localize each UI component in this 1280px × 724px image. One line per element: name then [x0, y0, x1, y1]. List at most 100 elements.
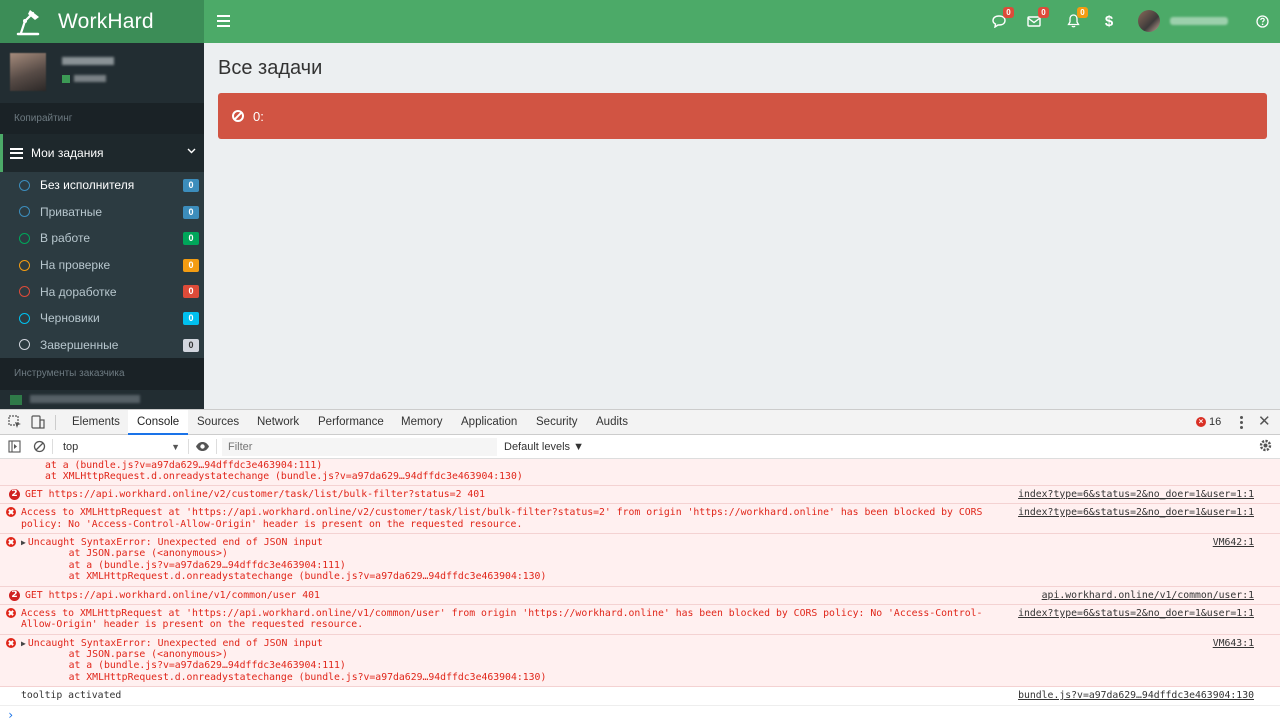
sidebar-item-rework[interactable]: На доработке 0: [0, 278, 204, 305]
close-icon[interactable]: ✕: [1258, 414, 1271, 430]
expand-triangle-icon[interactable]: ▶: [21, 537, 26, 548]
context-select[interactable]: top ▼: [57, 438, 184, 456]
alert-text: 0:: [253, 108, 264, 124]
source-link[interactable]: api.workhard.online/v1/common/user:1: [1042, 590, 1254, 601]
tab-console[interactable]: Console: [128, 410, 189, 435]
sidebar-item-review[interactable]: На проверке 0: [0, 252, 204, 279]
dropdown-arrow-icon: ▼: [171, 442, 180, 452]
sidebar-item-drafts[interactable]: Черновики 0: [0, 305, 204, 332]
sidebar: Копирайтинг Мои задания Без исполнителя …: [0, 43, 204, 409]
circle-icon: [19, 312, 30, 324]
console-toolbar: top ▼ Default levels ▼: [0, 435, 1280, 459]
sidebar-item-count: 0: [183, 285, 199, 299]
sidebar-header-copywriting: Копирайтинг: [0, 103, 204, 134]
bell-icon[interactable]: 0: [1064, 7, 1088, 30]
question-circle-icon[interactable]: [1253, 12, 1271, 30]
sidebar-toggle-icon[interactable]: [8, 440, 21, 453]
sidebar-user-name-blurred: [62, 57, 114, 65]
sidebar-item-count: 0: [183, 205, 199, 219]
user-menu[interactable]: [1138, 10, 1228, 32]
source-link[interactable]: index?type=6&status=2&no_doer=1&user=1:1: [1018, 608, 1254, 619]
page-title: Все задачи: [218, 57, 323, 79]
error-icon: [6, 637, 16, 648]
main-content: Все задачи 0:: [204, 43, 1280, 409]
tab-application[interactable]: Application: [452, 410, 526, 435]
lamp-logo-icon: [12, 6, 44, 38]
console-output: at a (bundle.js?v=a97da629…94dffdc3e4639…: [0, 459, 1280, 724]
sidebar-item-private[interactable]: Приватные 0: [0, 199, 204, 226]
chevron-down-icon: [187, 148, 196, 154]
user-name-blurred: [1170, 17, 1228, 25]
error-icon: ×: [1196, 417, 1206, 427]
sidebar-item-label: Без исполнителя: [40, 178, 135, 193]
menu-toggle-icon[interactable]: [217, 14, 230, 28]
log-levels-dropdown[interactable]: Default levels ▼: [504, 438, 584, 456]
sidebar-status-blurred: [74, 75, 106, 82]
sidebar-section-my-tasks[interactable]: Мои задания: [0, 134, 204, 172]
envelope-icon[interactable]: 0: [1025, 7, 1049, 30]
tool-icon: [10, 395, 22, 406]
error-icon: [6, 536, 16, 547]
avatar: [1138, 10, 1160, 32]
circle-icon: [19, 259, 30, 271]
online-status-icon: [62, 75, 70, 83]
console-filter-input[interactable]: [222, 438, 497, 456]
tab-performance[interactable]: Performance: [309, 410, 393, 435]
tab-elements[interactable]: Elements: [63, 410, 129, 435]
sidebar-item-label: Приватные: [40, 204, 103, 219]
sidebar-item-count: 0: [183, 338, 199, 352]
tab-audits[interactable]: Audits: [587, 410, 637, 435]
sidebar-item-label: На проверке: [40, 258, 111, 273]
expand-triangle-icon[interactable]: ▶: [21, 638, 26, 649]
source-link[interactable]: VM642:1: [1213, 537, 1254, 548]
app-window: WorkHard 0 0 0 $ Копирайтинг Мои задания…: [0, 0, 1280, 409]
tab-network[interactable]: Network: [248, 410, 308, 435]
error-icon: [6, 507, 16, 518]
top-navbar: 0 0 0 $: [204, 0, 1280, 43]
device-toolbar-icon[interactable]: [30, 414, 46, 430]
console-message[interactable]: ▶ Uncaught SyntaxError: Unexpected end of…: [0, 533, 1280, 587]
sidebar-item-unassigned[interactable]: Без исполнителя 0: [0, 172, 204, 199]
source-link[interactable]: index?type=6&status=2&no_doer=1&user=1:1: [1018, 489, 1254, 500]
sidebar-avatar: [10, 53, 46, 91]
sidebar-item-count: 0: [183, 179, 199, 192]
sidebar-header-customer-tools: Инструменты заказчика: [0, 358, 204, 391]
sidebar-item-label: В работе: [40, 231, 91, 246]
sidebar-item-count: 0: [183, 258, 199, 272]
sidebar-item-completed[interactable]: Завершенные 0: [0, 332, 204, 359]
chat-icon[interactable]: 0: [990, 7, 1014, 30]
error-alert: 0:: [218, 93, 1267, 139]
console-message[interactable]: ▶ Uncaught SyntaxError: Unexpected end of…: [0, 634, 1280, 688]
eye-icon[interactable]: [195, 441, 210, 452]
console-message: Access to XMLHttpRequest at 'https://api…: [0, 504, 1280, 534]
error-group-icon: 2: [9, 488, 20, 500]
console-message: 2 GET https://api.workhard.online/v2/cus…: [0, 485, 1280, 505]
more-options-icon[interactable]: [1239, 416, 1243, 429]
console-message: Access to XMLHttpRequest at 'https://api…: [0, 604, 1280, 635]
error-count: 16: [1209, 416, 1222, 428]
console-message: 2 GET https://api.workhard.online/v1/com…: [0, 586, 1280, 605]
tab-sources[interactable]: Sources: [188, 410, 248, 435]
sidebar-section-label: Мои задания: [31, 146, 104, 160]
dollar-icon[interactable]: $: [1100, 12, 1118, 30]
console-prompt[interactable]: ›: [0, 706, 1280, 724]
sidebar-item-in-progress[interactable]: В работе 0: [0, 225, 204, 252]
gear-icon[interactable]: [1258, 438, 1273, 453]
tab-memory[interactable]: Memory: [392, 410, 452, 435]
error-counter[interactable]: × 16: [1196, 416, 1221, 428]
source-link[interactable]: VM643:1: [1213, 638, 1254, 649]
chat-badge: 0: [1003, 7, 1014, 18]
error-group-icon: 2: [9, 589, 20, 601]
sidebar-item-label: На доработке: [40, 284, 117, 299]
inspect-element-icon[interactable]: [7, 414, 23, 430]
brand-name: WorkHard: [58, 9, 154, 33]
devtools-panel: Elements Console Sources Network Perform…: [0, 409, 1280, 724]
tab-security[interactable]: Security: [527, 410, 587, 435]
logo-bar[interactable]: WorkHard: [0, 0, 204, 43]
clear-console-icon[interactable]: [33, 440, 46, 453]
sidebar-item-partial[interactable]: [0, 390, 204, 409]
source-link[interactable]: bundle.js?v=a97da629…94dffdc3e463904:130: [1018, 690, 1254, 701]
bell-badge: 0: [1077, 7, 1088, 18]
source-link[interactable]: index?type=6&status=2&no_doer=1&user=1:1: [1018, 507, 1254, 518]
circle-icon: [19, 206, 30, 218]
